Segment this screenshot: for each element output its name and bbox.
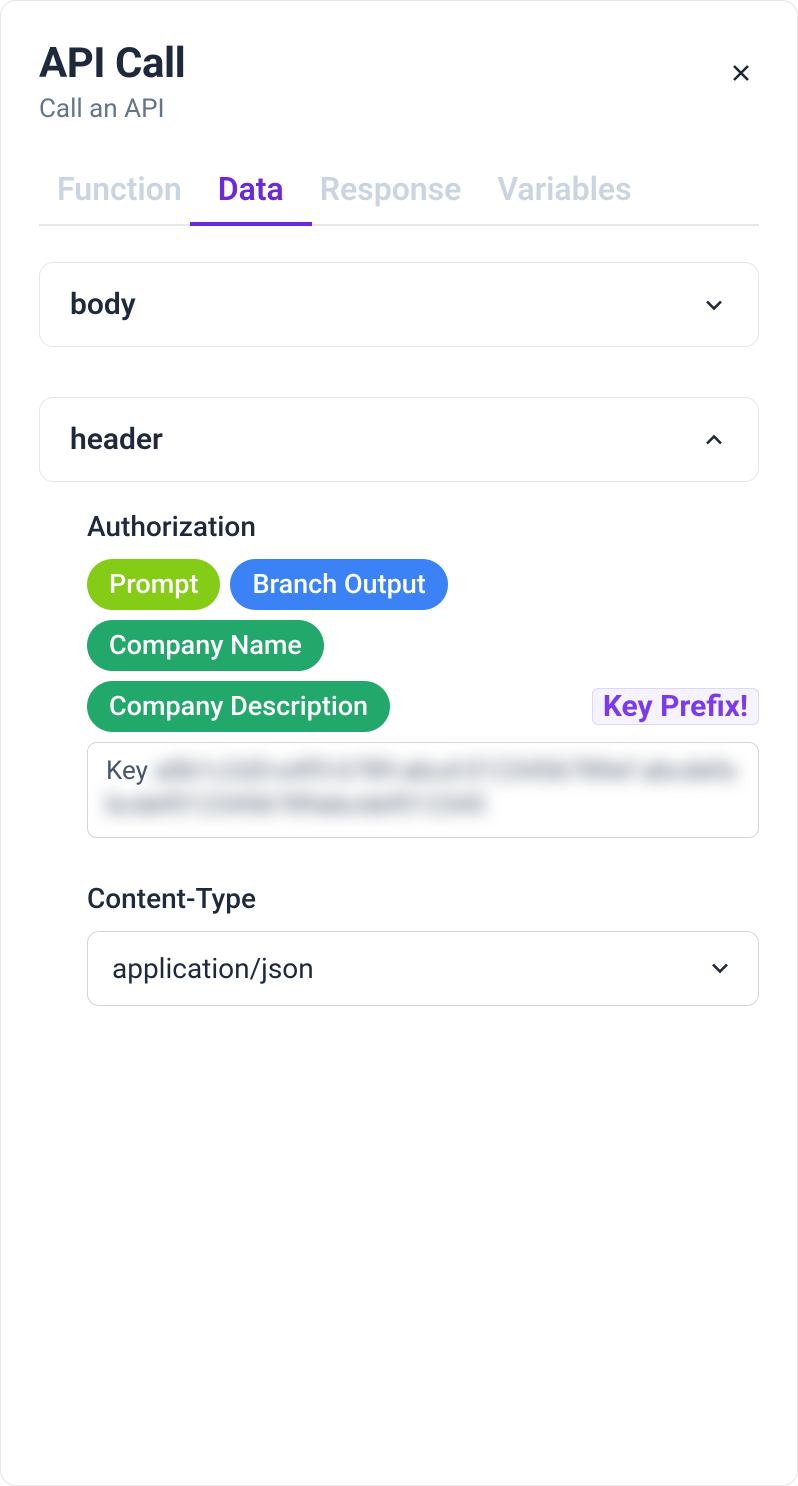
pill-company-description[interactable]: Company Description: [87, 681, 390, 732]
tab-data[interactable]: Data: [218, 170, 284, 224]
pill-prompt[interactable]: Prompt: [87, 559, 220, 610]
body-accordion-title: body: [70, 287, 136, 322]
header-expanded-content: Authorization Prompt Branch Output Compa…: [39, 510, 759, 1006]
pill-branch-output[interactable]: Branch Output: [230, 559, 447, 610]
body-accordion-header[interactable]: body: [39, 262, 759, 347]
tab-bar: Function Data Response Variables: [39, 170, 759, 226]
auth-pill-row-1: Prompt Branch Output: [87, 559, 759, 610]
key-prefix-text: Key: [106, 756, 148, 786]
auth-pill-row-2: Company Name: [87, 620, 759, 671]
page-title: API Call: [39, 39, 185, 88]
key-prefix-annotation: Key Prefix!: [592, 688, 759, 725]
content-type-label: Content-Type: [87, 882, 759, 915]
header-accordion-title: header: [70, 422, 163, 457]
tab-function[interactable]: Function: [57, 170, 182, 224]
body-section: body: [39, 262, 759, 347]
title-block: API Call Call an API: [39, 39, 185, 124]
chevron-up-icon: [700, 426, 728, 454]
page-subtitle: Call an API: [39, 94, 185, 124]
auth-pill-row-3: Company Description Key Prefix!: [87, 681, 759, 732]
close-button[interactable]: [719, 51, 763, 95]
authorization-label: Authorization: [87, 510, 759, 543]
header-section: header Authorization Prompt Branch Outpu…: [39, 397, 759, 1006]
close-icon: [727, 59, 755, 87]
api-call-panel: API Call Call an API Function Data Respo…: [0, 0, 798, 1486]
chevron-down-icon: [700, 291, 728, 319]
tab-variables[interactable]: Variables: [497, 170, 631, 224]
auth-key-input[interactable]: Key a0b1c2d3-e4f5-6789-abcd-0123456789ef…: [87, 742, 759, 838]
chevron-down-icon: [706, 954, 734, 982]
content-type-value: application/json: [112, 952, 314, 985]
header-accordion-header[interactable]: header: [39, 397, 759, 482]
panel-header: API Call Call an API: [39, 39, 759, 124]
key-value-redacted: a0b1c2d3-e4f5-6789-abcd-0123456789ef abc…: [106, 756, 735, 820]
pill-company-name[interactable]: Company Name: [87, 620, 324, 671]
content-type-group: Content-Type application/json: [87, 882, 759, 1006]
content-type-select[interactable]: application/json: [87, 931, 759, 1006]
tab-response[interactable]: Response: [320, 170, 462, 224]
